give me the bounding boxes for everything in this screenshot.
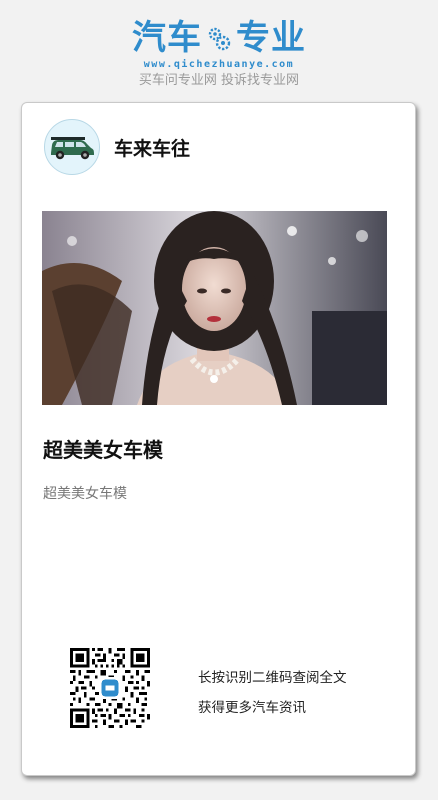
cover-photo (42, 211, 387, 405)
qr-caption: 长按识别二维码查阅全文 获得更多汽车资讯 (198, 663, 347, 723)
author-row: 车来车往 (44, 119, 190, 175)
qr-code-icon (70, 648, 150, 728)
logo-text-right: 专业 (236, 18, 306, 58)
avatar (44, 119, 100, 175)
car-icon (51, 137, 94, 160)
brand-header: 汽车 专业 www.qichezhuanye.com 买车问专业网 投诉找专业网 (0, 18, 438, 94)
cover-image[interactable] (42, 211, 387, 405)
qr-caption-line2: 获得更多汽车资讯 (198, 700, 306, 716)
brand-slogan: 买车问专业网 投诉找专业网 (138, 73, 300, 88)
qr-caption-line1: 长按识别二维码查阅全文 (198, 670, 347, 686)
article-card: 车来车往 超美美女车模 超美美女车模 长按识别二维码查阅全文 获得更多汽车资讯 (21, 102, 416, 776)
article-title[interactable]: 超美美女车模 (43, 437, 163, 463)
article-summary: 超美美女车模 (43, 486, 127, 502)
brand-logo: 汽车 专业 (124, 18, 314, 58)
gear-icon (208, 27, 231, 51)
qr-code[interactable] (70, 648, 150, 728)
logo-text-left: 汽车 (132, 18, 202, 58)
brand-url: www.qichezhuanye.com (143, 59, 295, 70)
author-name: 车来车往 (114, 137, 191, 160)
